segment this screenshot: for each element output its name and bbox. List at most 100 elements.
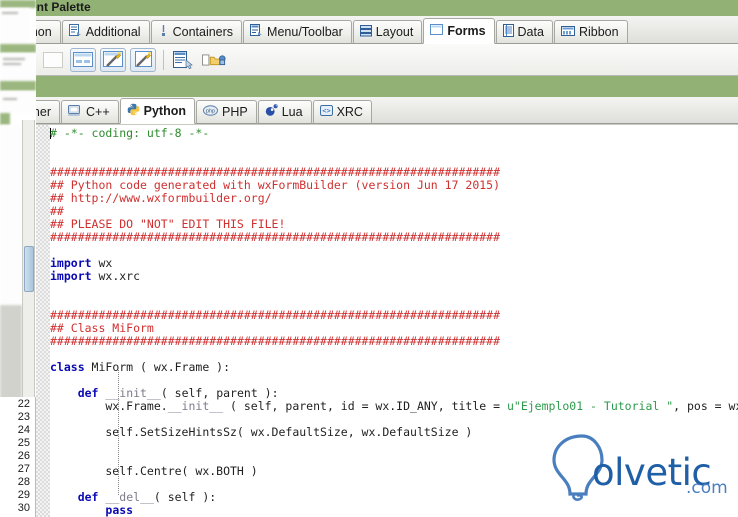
tab-layout[interactable]: Layout [352,20,423,44]
code-token: ## http://www.wxformbuilder.org/ [50,191,272,205]
code-token: ## Class MiForm [50,321,154,335]
code-editor[interactable]: # -*- coding: utf-8 -*- ################… [36,124,738,517]
code-line: # -*- coding: utf-8 -*- [50,127,738,140]
lower-green-band [0,80,738,97]
code-line: def __del__( self ): [50,491,738,504]
code-token: , pos = wx.DefaultPositi [673,399,738,413]
tab-xrc[interactable]: <> XRC [312,100,372,124]
menu-toolbar-icon [250,24,263,40]
code-token: MiForm ( wx.Frame ): [84,360,231,374]
line-number: 28 [17,476,30,488]
php-icon: php [203,105,218,119]
wizard-tool[interactable] [100,47,126,72]
component-palette-tabs[interactable]: ommon Additional Containers Menu/Toolbar… [0,16,738,44]
code-token: pass [105,503,134,517]
line-number: 25 [17,437,30,449]
code-line: wx.Frame.__init__ ( self, parent, id = w… [50,400,738,413]
line-number: 24 [17,424,30,436]
code-token: ########################################… [50,334,501,348]
code-line: pass [50,504,738,517]
code-token: class [50,360,85,374]
code-token: ########################################… [50,165,501,179]
tab-additional[interactable]: Additional [61,20,150,44]
code-line: ## http://www.wxformbuilder.org/ [50,192,738,205]
code-line: class MiForm ( wx.Frame ): [50,361,738,374]
tab-menu-toolbar[interactable]: Menu/Toolbar [243,20,352,44]
file-folder-lock-tool[interactable] [201,48,227,72]
lua-icon [265,104,278,120]
line-number: 23 [17,411,30,423]
svg-text:php: php [206,109,215,115]
scrollbar-thumb[interactable] [24,246,34,292]
wizard-page-tool[interactable] [130,47,156,72]
panel-tool[interactable] [40,48,66,72]
code-token: ## PLEASE DO "NOT" EDIT THIS FILE! [50,217,286,231]
code-token: def [77,490,99,504]
tab-containers[interactable]: Containers [150,20,243,44]
line-number: 27 [17,463,30,475]
code-token: wx [91,256,113,270]
tab-forms[interactable]: Forms [423,18,495,44]
code-line: ########################################… [50,231,738,244]
code-line: ########################################… [50,335,738,348]
data-icon [502,24,514,40]
frame-tool[interactable] [70,47,96,72]
page-title: ent Palette [30,0,91,14]
layout-icon [359,24,372,40]
forms-toolbar[interactable] [36,44,738,76]
additional-icon [68,24,82,40]
code-token: ## Python code generated with wxFormBuil… [50,178,501,192]
wxformbuilder-window: ent Palette ommon Additional Containers … [0,0,738,517]
code-token: ( self ): [153,490,217,504]
tab-php[interactable]: php PHP [196,100,257,124]
code-token: import [50,269,92,283]
tab-lua[interactable]: Lua [257,100,312,124]
code-token: __init__ [105,386,161,400]
code-token: ########################################… [50,230,501,244]
line-number-gutter: 22 23 24 25 26 27 28 29 30 [0,397,36,517]
code-token: __del__ [105,490,154,504]
tab-ribbon[interactable]: Ribbon [553,20,628,44]
xrc-icon: <> [319,104,333,120]
code-token: u"Ejemplo01 - Tutorial " [506,399,674,413]
title-band [0,0,738,16]
tab-cpp[interactable]: C++ [61,100,119,124]
line-number: 30 [17,502,30,514]
forms-icon [430,23,444,39]
containers-icon [158,24,169,40]
property-grid-tool[interactable] [171,48,197,72]
toolbar-separator [163,49,164,70]
code-line: self.Centre( wx.BOTH ) [50,465,738,478]
code-line: import wx [50,257,738,270]
code-line: import wx.xrc [50,270,738,283]
code-text[interactable]: # -*- coding: utf-8 -*- ################… [50,125,738,517]
editor-marker-gutter[interactable] [36,125,50,517]
code-token: wx.xrc [91,269,141,283]
line-number: 29 [17,489,30,501]
language-tabs[interactable]: esigner C++ Python php PHP Lua [0,97,738,124]
python-icon [127,103,140,119]
code-token: self.Centre( wx.BOTH ) [50,464,258,478]
code-token: def [77,386,99,400]
code-token: # -*- coding: utf-8 -*- [50,126,210,140]
tab-python[interactable]: Python [119,98,195,124]
code-token: ########################################… [50,308,501,322]
svg-text:<>: <> [322,107,330,115]
code-token: import [50,256,92,270]
code-token: ( self, parent, id = wx.ID_ANY, title = [223,399,507,413]
indent-guide-1 [118,370,119,495]
code-token: __init__ [167,399,224,413]
vertical-scrollbar[interactable] [22,120,35,400]
code-token: ( self, parent ): [160,386,279,400]
ribbon-icon [560,25,575,40]
code-token: wx.Frame. [50,399,168,413]
code-token: ## [50,204,64,218]
tab-data[interactable]: Data [495,20,553,44]
